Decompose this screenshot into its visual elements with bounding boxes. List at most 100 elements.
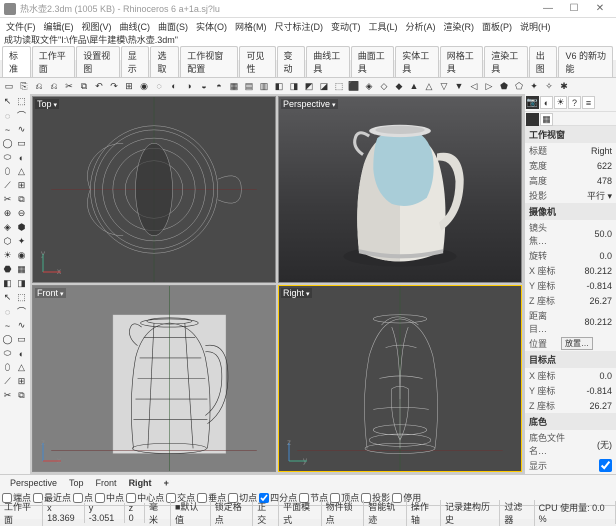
- bottom-tab-right[interactable]: Right: [123, 478, 158, 488]
- rows2-row-2[interactable]: X 座标80.212: [525, 263, 616, 278]
- side-tool-31[interactable]: ⌒: [15, 305, 28, 318]
- menu-item-5[interactable]: 实体(O): [192, 20, 231, 33]
- side-tool-28[interactable]: ↖: [1, 291, 14, 304]
- side-tool-29[interactable]: ⬚: [15, 291, 28, 304]
- tab-12[interactable]: 渲染工具: [484, 46, 527, 77]
- side-tool-0[interactable]: ↖: [1, 95, 14, 108]
- viewport-right[interactable]: Right▾ zy: [278, 285, 522, 472]
- rows2-row-1[interactable]: 旋转0.0: [525, 248, 616, 263]
- toolbar-button-14[interactable]: ◓: [212, 79, 226, 93]
- side-tool-25[interactable]: ▦: [15, 263, 28, 276]
- tab-0[interactable]: 标准: [2, 46, 31, 77]
- side-tool-6[interactable]: ◯: [1, 137, 14, 150]
- side-tool-34[interactable]: ◯: [1, 333, 14, 346]
- toolbar-button-9[interactable]: ◉: [137, 79, 151, 93]
- toolbar-button-29[interactable]: ▽: [437, 79, 451, 93]
- menu-item-2[interactable]: 视图(V): [78, 20, 116, 33]
- toolbar-button-4[interactable]: ✂: [62, 79, 76, 93]
- toolbar-button-22[interactable]: ⬚: [332, 79, 346, 93]
- tab-9[interactable]: 曲面工具: [351, 46, 394, 77]
- status-toggle-0[interactable]: 锁定格点: [211, 500, 254, 526]
- side-tool-18[interactable]: ◈: [1, 221, 14, 234]
- side-tool-33[interactable]: ∿: [15, 319, 28, 332]
- tab-11[interactable]: 网格工具: [440, 46, 483, 77]
- menu-item-3[interactable]: 曲线(C): [116, 20, 155, 33]
- close-button[interactable]: ✕: [588, 2, 612, 16]
- bottom-tab-perspective[interactable]: Perspective: [4, 478, 63, 488]
- tab-7[interactable]: 变动: [277, 46, 306, 77]
- tab-5[interactable]: 工作视窗配置: [180, 46, 238, 77]
- tab-13[interactable]: 出图: [529, 46, 558, 77]
- osnap-check-4[interactable]: [126, 493, 136, 503]
- rows2-row-0[interactable]: 镜头焦…50.0: [525, 220, 616, 248]
- toolbar-button-15[interactable]: ▦: [227, 79, 241, 93]
- status-toggle-6[interactable]: 记录建构历史: [441, 500, 500, 526]
- status-layer[interactable]: ■默认值: [171, 500, 211, 526]
- viewport-label-perspective[interactable]: Perspective▾: [281, 99, 338, 109]
- rows1-row-0[interactable]: 标题Right: [525, 143, 616, 158]
- help-tab-icon[interactable]: ?: [568, 96, 581, 109]
- tab-6[interactable]: 可见性: [239, 46, 275, 77]
- side-tool-21[interactable]: ✦: [15, 235, 28, 248]
- toolbar-button-2[interactable]: ⎌: [32, 79, 46, 93]
- side-tool-41[interactable]: ⊞: [15, 375, 28, 388]
- viewport-label-front[interactable]: Front▾: [35, 288, 66, 298]
- side-tool-23[interactable]: ◉: [15, 249, 28, 262]
- toolbar-button-6[interactable]: ↶: [92, 79, 106, 93]
- side-tool-32[interactable]: ~: [1, 319, 14, 332]
- sphere-tab-icon[interactable]: ◐: [540, 96, 553, 109]
- side-tool-13[interactable]: ⊞: [15, 179, 28, 192]
- side-tool-11[interactable]: △: [15, 165, 28, 178]
- tab-10[interactable]: 实体工具: [395, 46, 438, 77]
- toolbar-button-0[interactable]: ▭: [2, 79, 16, 93]
- rows3-row-2[interactable]: Z 座标26.27: [525, 398, 616, 413]
- status-toggle-1[interactable]: 正交: [253, 500, 279, 526]
- toolbar-button-23[interactable]: ⬛: [347, 79, 361, 93]
- viewport-front[interactable]: Front▾: [32, 285, 276, 472]
- menu-item-4[interactable]: 曲面(S): [154, 20, 192, 33]
- menu-item-7[interactable]: 尺寸标注(D): [271, 20, 328, 33]
- toolbar-button-33[interactable]: ⬟: [497, 79, 511, 93]
- side-tool-35[interactable]: ▭: [15, 333, 28, 346]
- side-tool-3[interactable]: ⌒: [15, 109, 28, 122]
- toolbar-button-7[interactable]: ↷: [107, 79, 121, 93]
- toolbar-button-20[interactable]: ◩: [302, 79, 316, 93]
- side-tool-38[interactable]: ⬯: [1, 361, 14, 374]
- menu-item-12[interactable]: 面板(P): [478, 20, 516, 33]
- rows1-row-2[interactable]: 高度478: [525, 173, 616, 188]
- layers-tab-icon[interactable]: ≡: [582, 96, 595, 109]
- side-tool-2[interactable]: ◌: [1, 109, 14, 122]
- side-tool-7[interactable]: ▭: [15, 137, 28, 150]
- viewport-label-top[interactable]: Top▾: [35, 99, 59, 109]
- toolbar-button-11[interactable]: ◐: [167, 79, 181, 93]
- toolbar-button-17[interactable]: ▥: [257, 79, 271, 93]
- side-tool-12[interactable]: ⟋: [1, 179, 14, 192]
- side-tool-5[interactable]: ∿: [15, 123, 28, 136]
- side-tool-16[interactable]: ⊕: [1, 207, 14, 220]
- toolbar-button-37[interactable]: ✱: [557, 79, 571, 93]
- toolbar-button-25[interactable]: ◇: [377, 79, 391, 93]
- side-tool-8[interactable]: ⬭: [1, 151, 14, 164]
- toolbar-button-31[interactable]: ◁: [467, 79, 481, 93]
- toolbar-button-36[interactable]: ✧: [542, 79, 556, 93]
- toolbar-button-16[interactable]: ▤: [242, 79, 256, 93]
- toolbar-button-30[interactable]: ▼: [452, 79, 466, 93]
- tab-1[interactable]: 工作平面: [32, 46, 75, 77]
- display-props-icon[interactable]: ▦: [540, 113, 553, 126]
- menu-item-6[interactable]: 网格(M): [231, 20, 271, 33]
- minimize-button[interactable]: —: [536, 2, 560, 16]
- toolbar-button-32[interactable]: ▷: [482, 79, 496, 93]
- toolbar-button-18[interactable]: ◧: [272, 79, 286, 93]
- side-tool-26[interactable]: ◧: [1, 277, 14, 290]
- rows2-row-5[interactable]: 距离目…80.212: [525, 308, 616, 336]
- bottom-tab-top[interactable]: Top: [63, 478, 90, 488]
- rows2-row-4[interactable]: Z 座标26.27: [525, 293, 616, 308]
- toolbar-button-28[interactable]: △: [422, 79, 436, 93]
- rows1-row-3[interactable]: 投影平行 ▾: [525, 188, 616, 203]
- side-tool-20[interactable]: ⬡: [1, 235, 14, 248]
- tab-4[interactable]: 选取: [150, 46, 179, 77]
- side-tool-24[interactable]: ⬣: [1, 263, 14, 276]
- toolbar-button-21[interactable]: ◪: [317, 79, 331, 93]
- side-tool-15[interactable]: ⧉: [15, 193, 28, 206]
- status-plane[interactable]: 工作平面: [0, 500, 43, 526]
